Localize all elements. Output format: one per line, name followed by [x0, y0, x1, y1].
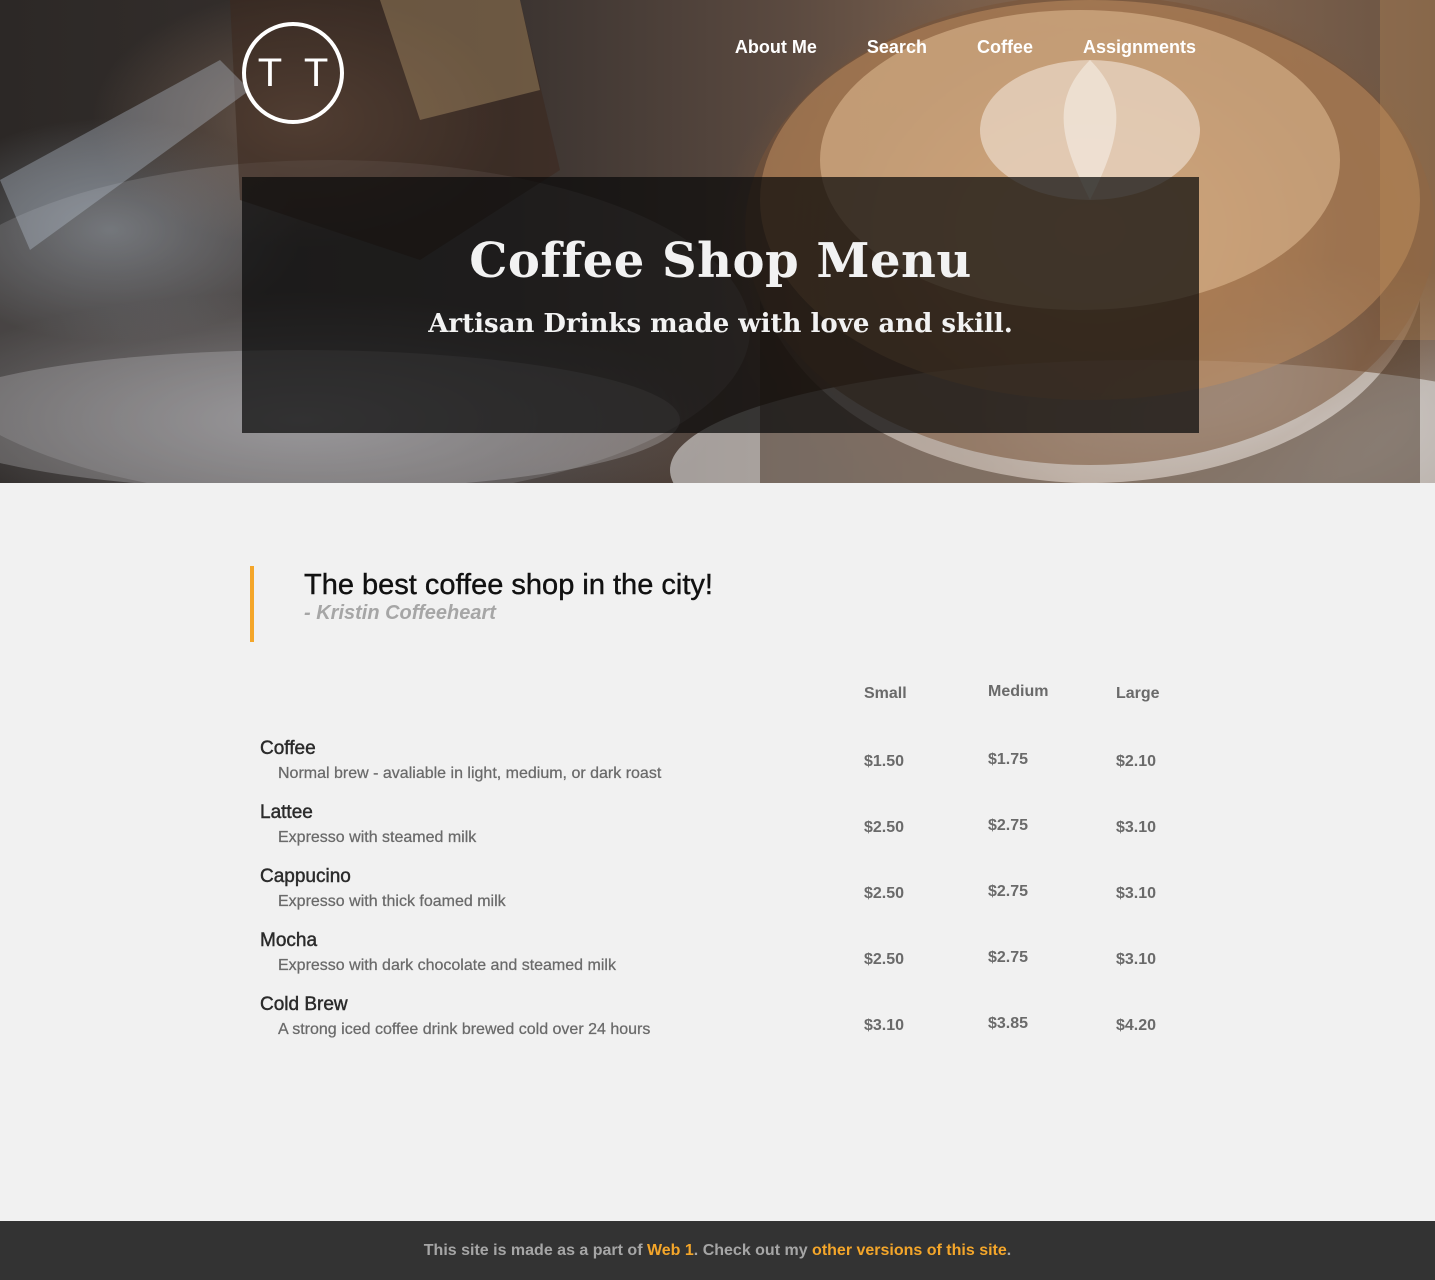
price-medium: $2.75 — [988, 883, 1029, 900]
menu-row: Coffee Normal brew - avaliable in light,… — [260, 738, 1200, 790]
footer-text-before: This site is made as a part of — [423, 1242, 647, 1259]
price-medium: $2.75 — [988, 949, 1029, 966]
footer-link-other-versions[interactable]: other versions of this site — [812, 1242, 1007, 1259]
price-small: $1.50 — [864, 753, 905, 770]
hero-banner: T T About Me Search Coffee Assignments C… — [0, 0, 1435, 483]
menu-item-description: Normal brew - avaliable in light, medium… — [278, 765, 662, 782]
menu-item-description: Expresso with thick foamed milk — [278, 893, 506, 910]
main-nav: About Me Search Coffee Assignments — [735, 36, 1196, 58]
testimonial-quote: The best coffee shop in the city! - Kris… — [250, 566, 713, 642]
quote-text: The best coffee shop in the city! — [304, 569, 713, 601]
menu-row: Cold Brew A strong iced coffee drink bre… — [260, 994, 1200, 1046]
menu-item-name: Mocha — [260, 930, 318, 951]
menu-item-name: Cappucino — [260, 866, 351, 887]
footer-link-web1[interactable]: Web 1 — [647, 1242, 694, 1259]
nav-coffee[interactable]: Coffee — [977, 36, 1033, 58]
menu-row: Lattee Expresso with steamed milk $2.50 … — [260, 802, 1200, 854]
price-large: $4.20 — [1116, 1017, 1157, 1034]
menu-row: Cappucino Expresso with thick foamed mil… — [260, 866, 1200, 918]
menu-item-name: Lattee — [260, 802, 313, 823]
price-small: $2.50 — [864, 885, 905, 902]
quote-author: - Kristin Coffeeheart — [304, 602, 496, 624]
price-small: $3.10 — [864, 1017, 905, 1034]
menu-item-name: Coffee — [260, 738, 316, 759]
price-large: $3.10 — [1116, 819, 1157, 836]
hero-title-box: Coffee Shop Menu Artisan Drinks made wit… — [242, 177, 1199, 433]
menu-row: Mocha Expresso with dark chocolate and s… — [260, 930, 1200, 982]
footer-text-after: . — [1006, 1242, 1012, 1259]
column-header-large: Large — [1116, 685, 1160, 702]
page-subtitle: Artisan Drinks made with love and skill. — [428, 309, 1013, 339]
price-large: $3.10 — [1116, 885, 1157, 902]
page-title: Coffee Shop Menu — [469, 233, 972, 289]
nav-search[interactable]: Search — [867, 36, 927, 58]
column-header-small: Small — [864, 685, 907, 702]
main-content: The best coffee shop in the city! - Kris… — [0, 483, 1435, 1221]
logo-text: T T — [257, 50, 335, 95]
menu-item-description: Expresso with steamed milk — [278, 829, 477, 846]
footer-text-middle: . Check out my — [693, 1242, 813, 1259]
menu-item-name: Cold Brew — [260, 994, 348, 1015]
price-medium: $1.75 — [988, 751, 1029, 768]
nav-about-me[interactable]: About Me — [735, 36, 817, 58]
price-small: $2.50 — [864, 951, 905, 968]
site-footer: This site is made as a part of Web 1. Ch… — [0, 1221, 1435, 1280]
menu-item-description: Expresso with dark chocolate and steamed… — [278, 957, 616, 974]
price-large: $3.10 — [1116, 951, 1157, 968]
price-medium: $3.85 — [988, 1015, 1029, 1032]
column-header-medium: Medium — [988, 683, 1049, 700]
price-large: $2.10 — [1116, 753, 1157, 770]
price-small: $2.50 — [864, 819, 905, 836]
price-medium: $2.75 — [988, 817, 1029, 834]
menu-item-description: A strong iced coffee drink brewed cold o… — [278, 1021, 651, 1038]
nav-assignments[interactable]: Assignments — [1083, 36, 1196, 58]
site-logo[interactable]: T T — [242, 22, 344, 124]
